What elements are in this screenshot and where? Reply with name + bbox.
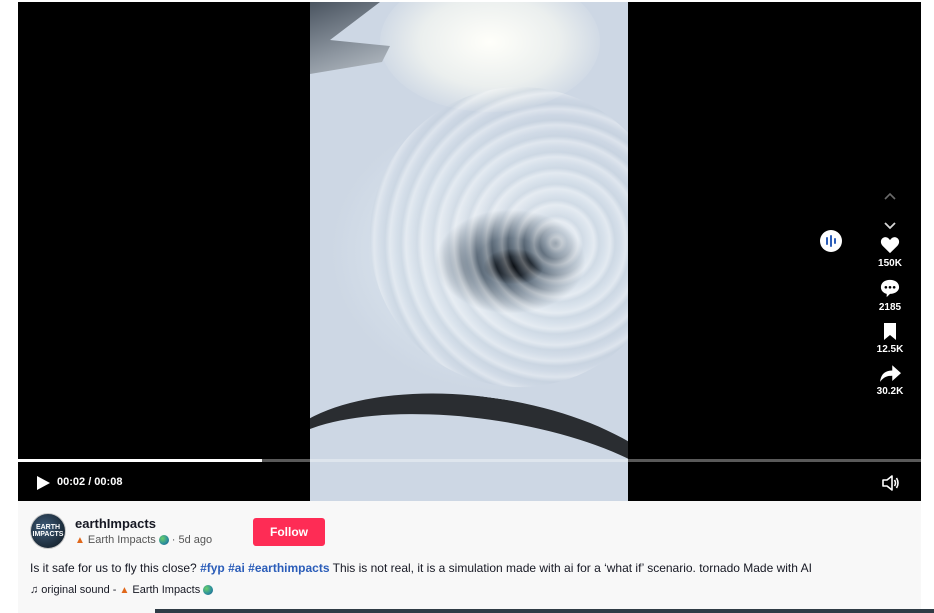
- hashtag-fyp[interactable]: #fyp: [200, 561, 225, 575]
- progress-bar[interactable]: [18, 459, 921, 462]
- comment-count: 2185: [878, 302, 902, 313]
- progress-fill: [18, 459, 262, 462]
- comment-icon: [880, 279, 900, 298]
- follow-button[interactable]: Follow: [253, 518, 325, 546]
- share-icon: [879, 365, 901, 382]
- play-button[interactable]: [34, 474, 52, 492]
- music-note-icon: ♫: [30, 584, 39, 596]
- like-count: 150K: [878, 258, 902, 269]
- rocket-icon: ▲: [75, 534, 85, 546]
- play-icon: [37, 476, 50, 490]
- next-video-button[interactable]: [870, 208, 910, 232]
- side-action-bar: 150K 2185 12.5K 30.2K: [870, 184, 910, 407]
- chevron-down-icon: [884, 222, 896, 230]
- caption-text: This is not real, it is a simulation mad…: [329, 561, 812, 575]
- chevron-up-icon: [884, 192, 896, 200]
- heart-icon: [880, 237, 900, 254]
- bookmark-icon: [884, 323, 896, 340]
- rocket-icon: ▲: [119, 584, 130, 596]
- volume-button[interactable]: [882, 475, 900, 491]
- page-scrollbar[interactable]: [155, 609, 934, 613]
- video-frame[interactable]: [310, 2, 628, 501]
- globe-icon: [203, 585, 214, 595]
- video-player[interactable]: 150K 2185 12.5K 30.2K 00:02 / 00:08: [18, 2, 921, 501]
- hashtag-ai[interactable]: #ai: [228, 561, 245, 575]
- like-button[interactable]: 150K: [870, 236, 910, 269]
- hashtag-earthimpacts[interactable]: #earthimpacts: [248, 561, 329, 575]
- share-button[interactable]: 30.2K: [870, 365, 910, 397]
- video-caption: Is it safe for us to fly this close? #fy…: [30, 561, 812, 575]
- speaker-icon: [882, 475, 899, 491]
- bookmark-button[interactable]: 12.5K: [870, 323, 910, 355]
- audio-visualizer-icon[interactable]: [820, 230, 842, 252]
- author-subline: ▲ Earth Impacts · 5d ago: [75, 534, 212, 546]
- airplane-wing: [310, 2, 390, 74]
- post-time: · 5d ago: [171, 534, 213, 546]
- previous-video-button[interactable]: [870, 184, 910, 208]
- time-display: 00:02 / 00:08: [57, 476, 123, 488]
- avatar[interactable]: EARTH IMPACTS: [30, 513, 66, 549]
- globe-icon: [158, 535, 169, 545]
- caption-intro: Is it safe for us to fly this close?: [30, 561, 201, 575]
- sound-link[interactable]: ♫ original sound - ▲ Earth Impacts: [30, 584, 214, 596]
- airplane-window-frame: [310, 368, 628, 501]
- comment-button[interactable]: 2185: [870, 279, 910, 313]
- sound-author: Earth Impacts: [132, 584, 201, 596]
- hurricane-swirl: [370, 87, 628, 387]
- share-count: 30.2K: [876, 386, 904, 397]
- bookmark-count: 12.5K: [876, 344, 904, 355]
- display-name[interactable]: Earth Impacts: [88, 534, 156, 546]
- video-info-panel: EARTH IMPACTS earthImpacts ▲ Earth Impac…: [18, 501, 921, 613]
- sound-label: original sound -: [41, 584, 117, 596]
- username[interactable]: earthImpacts: [75, 516, 156, 531]
